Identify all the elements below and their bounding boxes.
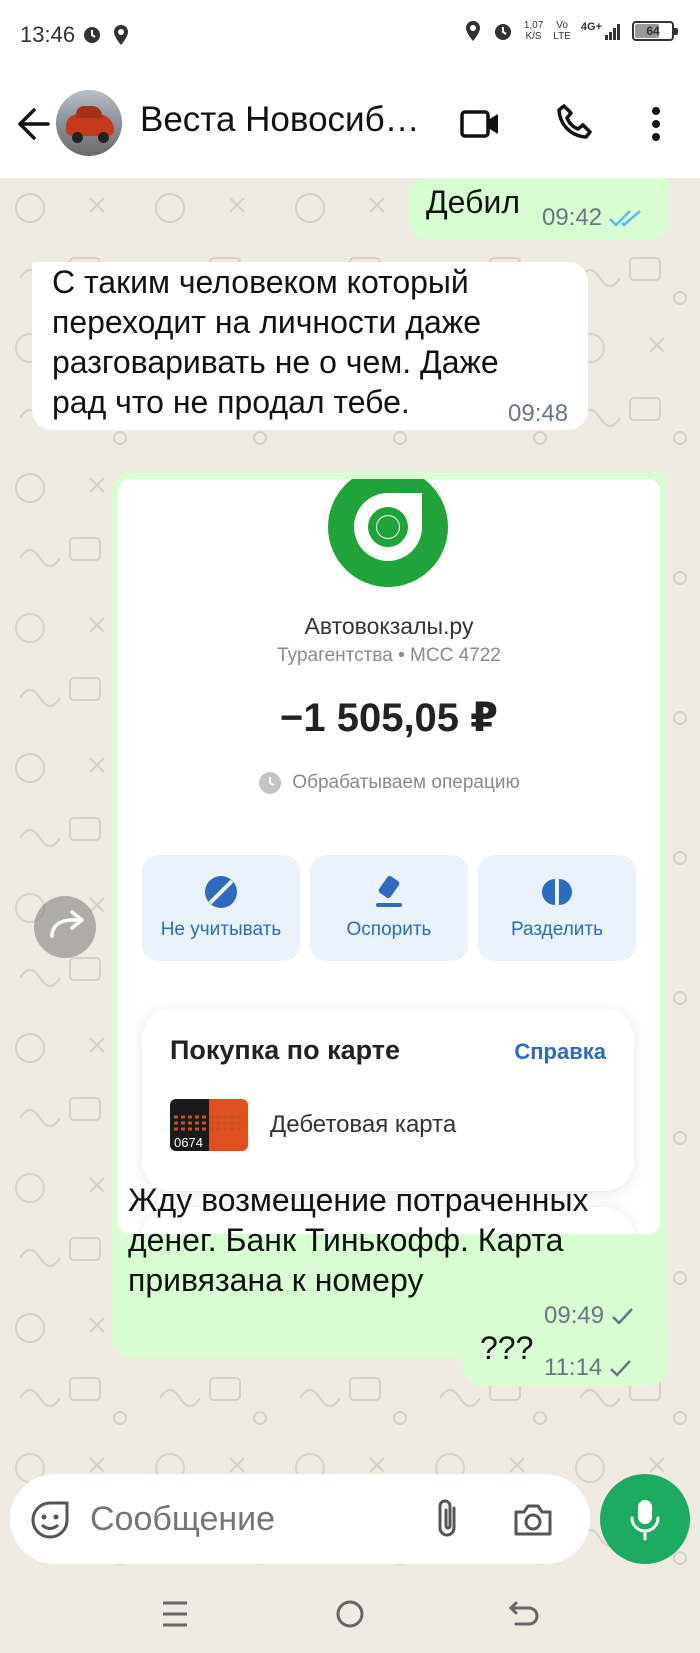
message-input[interactable] [90, 1494, 390, 1544]
forward-icon [50, 910, 84, 938]
message-bubble-incoming[interactable]: С таким человеком который переходит на л… [32, 262, 588, 430]
back-arrow-icon[interactable] [14, 102, 54, 146]
action-exclude[interactable]: Не учитывать [142, 855, 300, 961]
status-indicators: 1,07 K/S Vo LTE 4G+ 64 [464, 20, 678, 42]
message-bubble-outgoing[interactable]: ??? 11:14 [462, 1324, 668, 1386]
card-name: Дебетовая карта [270, 1111, 457, 1138]
card-thumbnail: 0674 [170, 1099, 248, 1151]
card-number: 0674 [174, 1135, 203, 1150]
volte-indicator: Vo LTE [553, 20, 571, 42]
sent-tick-icon [610, 1360, 632, 1377]
transaction-status: Обрабатываем операцию [118, 771, 660, 795]
system-nav-bar [0, 1575, 700, 1653]
volte-top: Vo [556, 20, 568, 31]
sticker-icon[interactable] [30, 1500, 70, 1540]
status-time: 13:46 [20, 22, 76, 47]
chat-area: Дебил 09:42 С таким человеком который пе… [0, 178, 700, 1575]
contact-avatar[interactable] [56, 90, 122, 156]
chat-header: Веста Новосиб… [0, 72, 700, 178]
home-nav-icon[interactable] [334, 1597, 366, 1631]
chat-title[interactable]: Веста Новосиб… [140, 100, 430, 140]
message-text: С таким человеком который переходит на л… [52, 264, 499, 420]
alarm-icon [494, 24, 511, 40]
signal-icon [605, 24, 620, 40]
signal-indicator: 4G+ [581, 21, 622, 41]
read-ticks-icon [609, 210, 641, 227]
message-input-bar [10, 1474, 590, 1564]
alarm-icon [84, 27, 100, 43]
help-link[interactable]: Справка [514, 1039, 606, 1065]
eye-off-icon [205, 876, 237, 908]
action-label: Оспорить [346, 919, 432, 940]
more-vert-icon[interactable] [632, 100, 680, 148]
voice-record-button[interactable] [600, 1474, 690, 1564]
status-bar: 13:46 1,07 K/S Vo LTE 4G+ 64 [0, 0, 700, 72]
battery-icon: 64 [632, 21, 678, 41]
card-section: Покупка по карте Справка 0674 Дебетовая … [142, 1009, 634, 1191]
message-time: 09:48 [508, 400, 569, 427]
network-type: 4G+ [580, 21, 602, 33]
forward-button[interactable] [34, 896, 96, 958]
message-time: 11:14 [544, 1354, 603, 1381]
message-meta: 09:48 [508, 394, 568, 434]
battery-level: 64 [646, 24, 660, 38]
location-icon [465, 21, 480, 41]
phone-icon[interactable] [552, 100, 600, 148]
attached-image[interactable]: Автовокзалы.ру Турагентства • MCC 4722 −… [118, 479, 660, 1234]
message-meta: 09:42 [542, 198, 642, 238]
message-meta: 11:14 [544, 1348, 632, 1388]
speed-unit: K/S [525, 31, 542, 42]
merchant-category: Турагентства • MCC 4722 [277, 645, 501, 666]
sent-tick-icon [612, 1308, 633, 1325]
back-nav-icon[interactable] [508, 1597, 540, 1631]
camera-icon[interactable] [512, 1500, 554, 1540]
speed-value: 1,07 [523, 20, 544, 31]
action-split[interactable]: Разделить [478, 855, 636, 961]
merchant-name: Автовокзалы.ру [304, 613, 474, 639]
transaction-amount: −1 505,05 ₽ [279, 696, 498, 740]
volte-bottom: LTE [553, 31, 571, 42]
attach-icon[interactable] [430, 1498, 466, 1542]
message-text: Дебил [426, 184, 520, 220]
split-icon [542, 879, 572, 905]
action-label: Не учитывать [160, 919, 282, 940]
menu-nav-icon[interactable] [160, 1597, 190, 1631]
card-section-title: Покупка по карте [170, 1035, 400, 1065]
network-speed: 1,07 K/S [524, 20, 543, 42]
action-dispute[interactable]: Оспорить [310, 855, 468, 961]
message-bubble-outgoing[interactable]: Дебил 09:42 [408, 178, 668, 240]
action-label: Разделить [510, 919, 603, 940]
image-caption: Жду возмещение потраченных денег. Банк Т… [128, 1182, 589, 1298]
status-text: Обрабатываем операцию [292, 772, 520, 793]
message-text: ??? [480, 1330, 534, 1366]
gavel-icon [376, 875, 402, 907]
message-time: 09:42 [542, 204, 603, 231]
clock-icon [259, 772, 282, 794]
location-icon [114, 25, 128, 45]
video-call-icon[interactable] [456, 100, 504, 148]
merchant-logo-icon [328, 479, 448, 587]
mic-icon [630, 1500, 660, 1541]
